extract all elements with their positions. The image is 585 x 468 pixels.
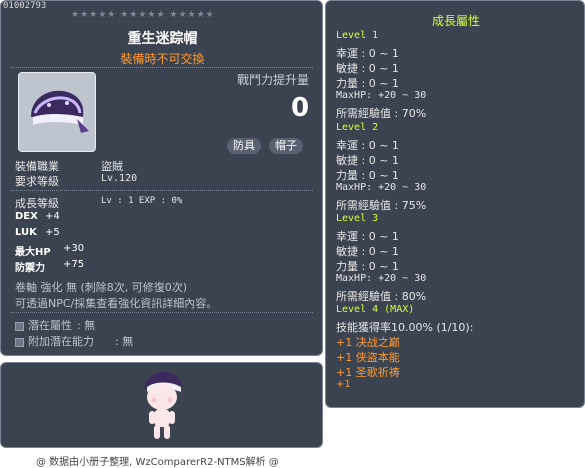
star-force-stars: ★★★★★ ★★★★★ ★★★★★ bbox=[71, 10, 215, 20]
level-3-str: 力量 : 0 ~ 1 bbox=[336, 260, 399, 273]
stat-value: +4 bbox=[45, 211, 60, 222]
level-3-exp: 所需經驗值 : 80% bbox=[336, 290, 427, 303]
stat-dex: DEX +4 bbox=[15, 211, 60, 222]
growth-panel-title: 成長屬性 bbox=[431, 14, 480, 28]
level-2-luck: 幸運 : 0 ~ 1 bbox=[336, 139, 399, 152]
stat-label: DEX bbox=[15, 211, 38, 222]
stat-label: 防禦力 bbox=[15, 263, 45, 274]
character-preview-panel bbox=[0, 362, 323, 448]
stat-defense: 防禦力 +75 bbox=[15, 259, 84, 274]
power-increase-label: 戰鬥力提升量 bbox=[237, 73, 310, 87]
character-avatar-icon bbox=[145, 371, 182, 439]
additional-potential-value: : 無 bbox=[115, 335, 134, 348]
job-label: 裝備職業 bbox=[15, 160, 59, 173]
bandana-hat-icon bbox=[31, 90, 89, 133]
stat-value: +30 bbox=[63, 243, 85, 254]
stat-value: +5 bbox=[45, 227, 60, 238]
level-1-str: 力量 : 0 ~ 1 bbox=[336, 77, 399, 90]
tag-armor: 防具 bbox=[227, 138, 261, 154]
skill-acquire-rate: 技能獲得率10.00% (1/10): bbox=[336, 321, 474, 334]
potential-value: : 無 bbox=[77, 319, 96, 332]
trade-restriction: 裝備時不可交換 bbox=[120, 52, 205, 66]
potential-label: 潛在屬性 bbox=[28, 319, 72, 332]
stat-label: LUK bbox=[15, 227, 37, 238]
stat-max-hp: 最大HP +30 bbox=[15, 243, 84, 258]
footer-credit: @ 数据由小册子整理, WzComparerR2-NTMS解析 @ bbox=[36, 457, 279, 468]
skill-item-3: +1 圣歌祈祷 bbox=[336, 366, 400, 379]
stat-luk: LUK +5 bbox=[15, 227, 60, 238]
skill-item-2: +1 侠盗本能 bbox=[336, 351, 400, 364]
level-2-exp: 所需經驗值 : 75% bbox=[336, 199, 427, 212]
stat-label: 最大HP bbox=[15, 247, 51, 258]
additional-potential-icon bbox=[15, 337, 24, 347]
additional-potential-row: 附加潛在能力 : 無 bbox=[15, 333, 133, 349]
item-code: 01002793 bbox=[3, 1, 47, 11]
level-1-exp: 所需經驗值 : 70% bbox=[336, 107, 427, 120]
additional-potential-label: 附加潛在能力 bbox=[28, 335, 94, 348]
required-level-row: 要求等級 Lv.120 bbox=[15, 173, 137, 189]
job-row: 裝備職業 盜賊 bbox=[15, 158, 123, 174]
growth-attributes-panel: 成長屬性 Level 1 幸運 : 0 ~ 1 敏捷 : 0 ~ 1 力量 : … bbox=[325, 0, 585, 408]
growth-level-row: 成長等級 Lv : 1 EXP : 0% bbox=[15, 195, 182, 211]
level-4-max-header: Level 4 (MAX) bbox=[336, 304, 415, 315]
job-value: 盜賊 bbox=[101, 160, 123, 173]
power-increase-value: 0 bbox=[291, 93, 310, 123]
growth-level-label: 成長等級 bbox=[15, 197, 59, 210]
potential-icon bbox=[15, 321, 24, 331]
level-3-dex: 敏捷 : 0 ~ 1 bbox=[336, 245, 399, 258]
level-3-luck: 幸運 : 0 ~ 1 bbox=[336, 230, 399, 243]
level-1-dex: 敏捷 : 0 ~ 1 bbox=[336, 62, 399, 75]
skill-item-1: +1 决战之巅 bbox=[336, 336, 400, 349]
level-1-maxhp: MaxHP: +20 ~ 30 bbox=[336, 90, 427, 101]
level-2-header: Level 2 bbox=[336, 122, 379, 133]
divider bbox=[11, 67, 313, 68]
scroll-enhance-info: 卷軸 強化 無 (刺除8次, 可修復0次) bbox=[15, 281, 188, 294]
level-2-dex: 敏捷 : 0 ~ 1 bbox=[336, 154, 399, 167]
level-3-header: Level 3 bbox=[336, 213, 379, 224]
level-1-header: Level 1 bbox=[336, 30, 379, 41]
required-level-value: Lv.120 bbox=[101, 173, 138, 184]
level-2-maxhp: MaxHP: +20 ~ 30 bbox=[336, 182, 427, 193]
item-icon bbox=[18, 72, 96, 152]
divider bbox=[11, 190, 313, 191]
stat-value: +75 bbox=[63, 259, 85, 270]
level-3-maxhp: MaxHP: +20 ~ 30 bbox=[336, 273, 427, 284]
item-tooltip-panel: 01002793 ★★★★★ ★★★★★ ★★★★★ 重生迷踪帽 裝備時不可交換… bbox=[0, 0, 323, 356]
divider bbox=[11, 312, 313, 313]
tag-hat: 帽子 bbox=[269, 138, 303, 154]
required-level-label: 要求等級 bbox=[15, 175, 59, 188]
level-2-str: 力量 : 0 ~ 1 bbox=[336, 169, 399, 182]
item-name: 重生迷踪帽 bbox=[127, 31, 198, 47]
growth-level-value: Lv : 1 EXP : 0% bbox=[101, 196, 183, 206]
potential-row: 潛在屬性 : 無 bbox=[15, 317, 95, 333]
npc-info-note: 可透過NPC/採集查看強化資訊詳細內容。 bbox=[15, 297, 218, 310]
level-1-luck: 幸運 : 0 ~ 1 bbox=[336, 47, 399, 60]
skill-item-4: +1 bbox=[336, 379, 351, 390]
